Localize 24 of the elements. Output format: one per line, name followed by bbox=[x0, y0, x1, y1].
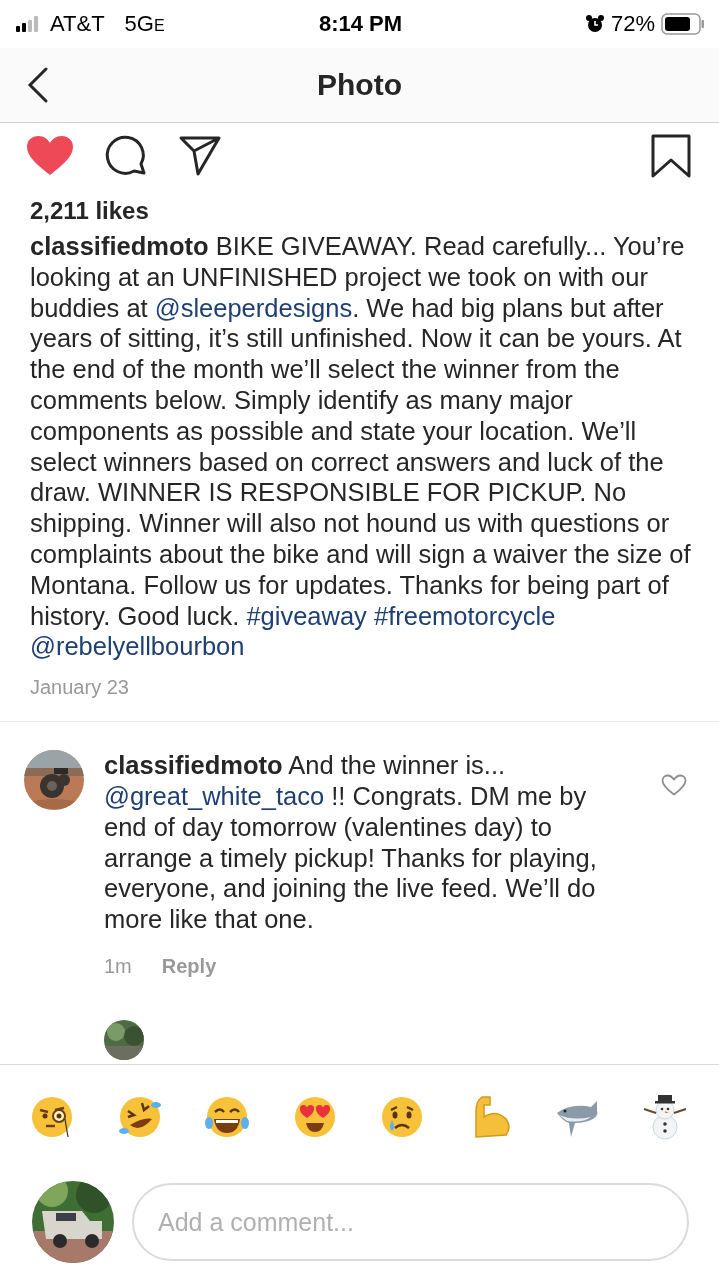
battery-icon bbox=[661, 13, 705, 35]
alarm-icon bbox=[584, 14, 605, 34]
comment-input[interactable]: Add a comment... bbox=[132, 1183, 689, 1261]
comment-icon[interactable] bbox=[104, 134, 148, 178]
comment-text: classifiedmoto And the winner is... @great_white_taco !! Congrats. DM me by end of day tomorrow (valentines day) to arrange a timely pickup! Thanks for playing, everyone, and joining the live feed. We’ll do more like that one. bbox=[104, 750, 598, 935]
battery-percent: 72% bbox=[610, 11, 655, 37]
screen-title: Photo bbox=[317, 68, 402, 102]
like-icon[interactable] bbox=[26, 135, 74, 177]
share-icon[interactable] bbox=[178, 134, 222, 178]
mention-link[interactable]: @great_white_taco bbox=[104, 781, 325, 810]
like-icon[interactable] bbox=[661, 774, 687, 797]
bookmark-icon[interactable] bbox=[651, 134, 691, 178]
caption-text: classifiedmoto BIKE GIVEAWAY. Read carefully... You’re looking at an UNFINISHED project we took on with our buddies at @sleeperdesigns. We had big plans but after years of sitting, it’s still unfinished. Now it can be yours. At the end of the month we’ll select the winner from the comments below. Simply identify as many major components as possible and state your location. We’ll select winners based on correct answers and luck of the draw. WINNER IS RESPONSIBLE FOR PICKUP. No shipping. Winner will also not hound us with questions or complaints about the bike and will sign a waiver the size of Montana. Follow us for updates. Thanks for being part of history. Good luck. #giveaway #freemotorcycle @rebelyellbourbon bbox=[29, 231, 692, 663]
hashtag-link[interactable]: #freemotorcycle bbox=[373, 601, 556, 630]
mention-link[interactable]: @sleeperdesigns bbox=[154, 293, 353, 322]
carrier-name: AT&T bbox=[50, 11, 105, 37]
post-date: January 23 bbox=[29, 675, 130, 701]
network-type: 5GE bbox=[124, 11, 165, 37]
back-icon[interactable] bbox=[26, 66, 50, 104]
comment-time: 1m bbox=[104, 953, 132, 979]
clock-time: 8:14 PM bbox=[318, 11, 403, 37]
likes-count[interactable]: 2,211 likes bbox=[0, 189, 719, 225]
hashtag-link[interactable]: #giveaway bbox=[246, 601, 367, 630]
mention-link[interactable]: @rebelyellbourbon bbox=[30, 632, 245, 661]
